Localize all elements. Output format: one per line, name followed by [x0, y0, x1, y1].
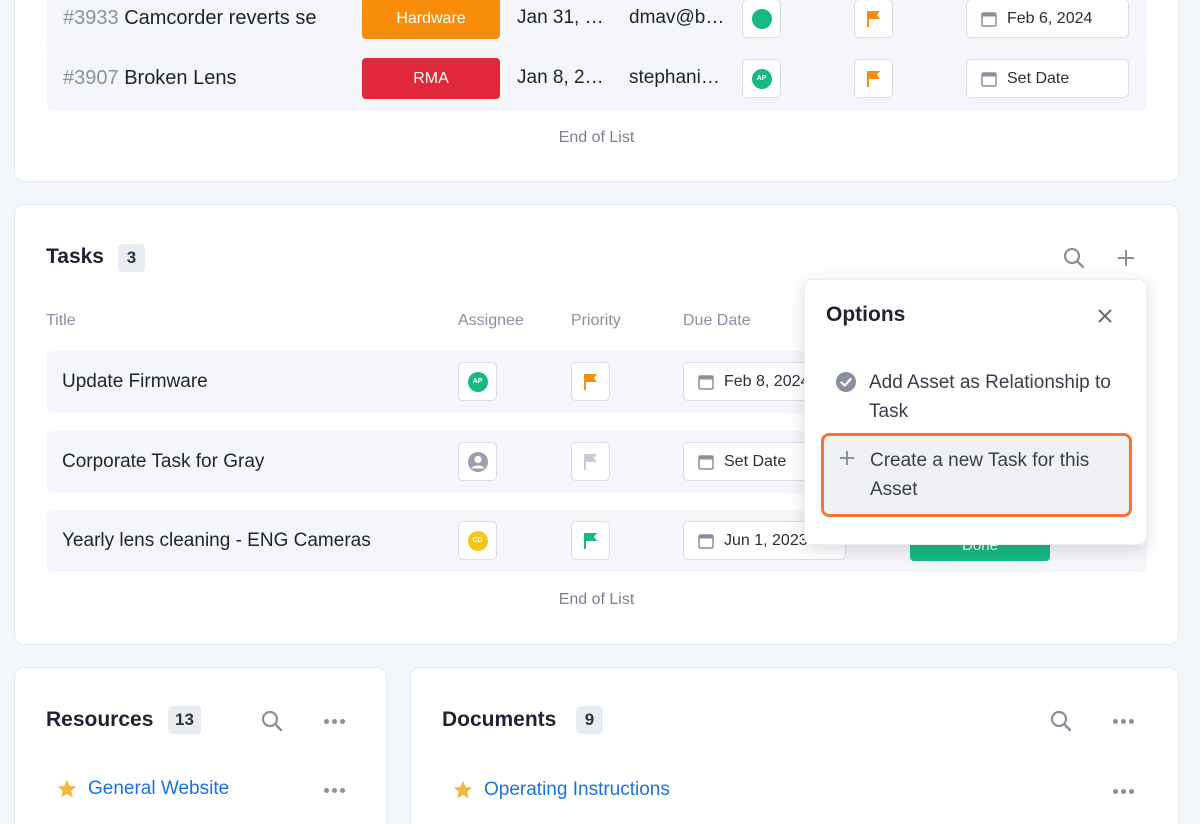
search-icon [1050, 710, 1072, 732]
flag-icon [866, 10, 880, 27]
document-link[interactable]: Operating Instructions [484, 779, 670, 801]
assignee-avatar[interactable]: AP [458, 362, 497, 401]
resource-item[interactable]: General Website [56, 778, 229, 800]
created-date: Jan 31, 2024 [517, 7, 613, 28]
star-icon [453, 780, 473, 799]
item-more-options-button[interactable] [321, 780, 347, 800]
documents-count-badge: 9 [576, 706, 603, 734]
flag-icon [866, 70, 880, 87]
due-date-label: Jun 1, 2023 [724, 531, 808, 549]
document-item[interactable]: Operating Instructions [452, 779, 670, 801]
popover-title: Options [826, 303, 906, 326]
resources-title: Resources [46, 708, 154, 731]
avatar: AP [751, 68, 772, 89]
create-new-task-option[interactable]: Create a new Task for this Asset [821, 433, 1132, 517]
task-title: Corporate Task for Gray [62, 451, 265, 472]
work-order-row[interactable]: #3933 Camcorder reverts se Hardware Jan … [47, 0, 1147, 51]
search-icon [1063, 247, 1085, 269]
due-date-label: Feb 6, 2024 [1007, 9, 1093, 27]
star-icon [57, 779, 77, 798]
search-icon [261, 710, 283, 732]
more-dots-icon [323, 718, 329, 724]
tasks-count-badge: 3 [118, 244, 145, 272]
priority-flag-button[interactable] [571, 521, 610, 560]
assignee-avatar[interactable]: CD [458, 521, 497, 560]
user-icon [467, 451, 488, 472]
search-button[interactable] [1048, 708, 1074, 734]
more-options-button[interactable] [1110, 711, 1136, 731]
add-asset-relationship-option[interactable]: Add Asset as Relationship to Task [823, 360, 1131, 434]
due-date-button[interactable]: Set Date [966, 59, 1129, 98]
option-label: Create a new Task for this Asset [870, 450, 1090, 500]
category-tag: Hardware [362, 0, 500, 39]
calendar-icon [981, 71, 997, 87]
avatar: CD [467, 530, 488, 551]
assignee-avatar[interactable] [742, 0, 781, 38]
flag-icon [583, 373, 597, 390]
check-circle-icon [835, 371, 857, 393]
work-order-title: #3907 Broken Lens [63, 67, 237, 89]
tasks-title: Tasks [46, 245, 104, 268]
more-options-button[interactable] [321, 711, 347, 731]
more-dots-icon [323, 787, 329, 793]
due-date-button[interactable]: Feb 6, 2024 [966, 0, 1129, 38]
task-title: Update Firmware [62, 371, 208, 392]
requester-email: dmav@blue [629, 7, 725, 28]
search-button[interactable] [259, 708, 285, 734]
priority-flag-button[interactable] [854, 0, 893, 38]
calendar-icon [698, 454, 714, 470]
column-header-title: Title [46, 312, 76, 329]
option-label: Add Asset as Relationship to Task [869, 372, 1111, 422]
plus-icon [1118, 250, 1134, 266]
add-task-button[interactable] [1113, 245, 1139, 271]
search-button[interactable] [1061, 245, 1087, 271]
resource-link[interactable]: General Website [88, 778, 229, 800]
calendar-icon [698, 374, 714, 390]
close-button[interactable] [1093, 304, 1117, 328]
work-order-title: #3933 Camcorder reverts se [63, 7, 317, 29]
work-order-row[interactable]: #3907 Broken Lens RMA Jan 8, 2024 stepha… [47, 47, 1147, 111]
calendar-icon [981, 11, 997, 27]
assignee-avatar[interactable] [458, 442, 497, 481]
item-more-options-button[interactable] [1110, 781, 1136, 801]
flag-icon [583, 453, 597, 470]
documents-card: Documents 9 Operating Instructions [410, 667, 1179, 824]
end-of-list-label: End of List [558, 591, 635, 608]
priority-flag-button[interactable] [571, 362, 610, 401]
due-date-label: Feb 8, 2024 [724, 372, 810, 390]
category-tag: RMA [362, 58, 500, 99]
more-dots-icon [1112, 718, 1118, 724]
close-icon [1098, 309, 1112, 323]
plus-icon [836, 449, 858, 467]
due-date-label: Set Date [1007, 69, 1070, 87]
column-header-due-date: Due Date [683, 312, 751, 329]
documents-title: Documents [442, 708, 557, 731]
priority-flag-button[interactable] [571, 442, 610, 481]
due-date-label: Set Date [724, 452, 787, 470]
avatar: AP [467, 371, 488, 392]
priority-flag-button[interactable] [854, 59, 893, 98]
created-date: Jan 8, 2024 [517, 67, 613, 88]
requester-email: stephanie@ [629, 67, 725, 88]
more-dots-icon [1112, 788, 1118, 794]
resources-count-badge: 13 [168, 706, 201, 734]
column-header-priority: Priority [571, 312, 621, 329]
avatar [751, 8, 772, 29]
column-header-assignee: Assignee [458, 312, 524, 329]
options-popover: Options Add Asset as Relationship to Tas… [804, 279, 1147, 545]
assignee-avatar[interactable]: AP [742, 59, 781, 98]
task-title: Yearly lens cleaning - ENG Cameras [62, 530, 371, 551]
end-of-list-label: End of List [558, 129, 635, 146]
resources-card: Resources 13 General Website [14, 667, 387, 824]
work-orders-card: #3933 Camcorder reverts se Hardware Jan … [14, 0, 1179, 182]
flag-icon [583, 532, 597, 549]
calendar-icon [698, 533, 714, 549]
